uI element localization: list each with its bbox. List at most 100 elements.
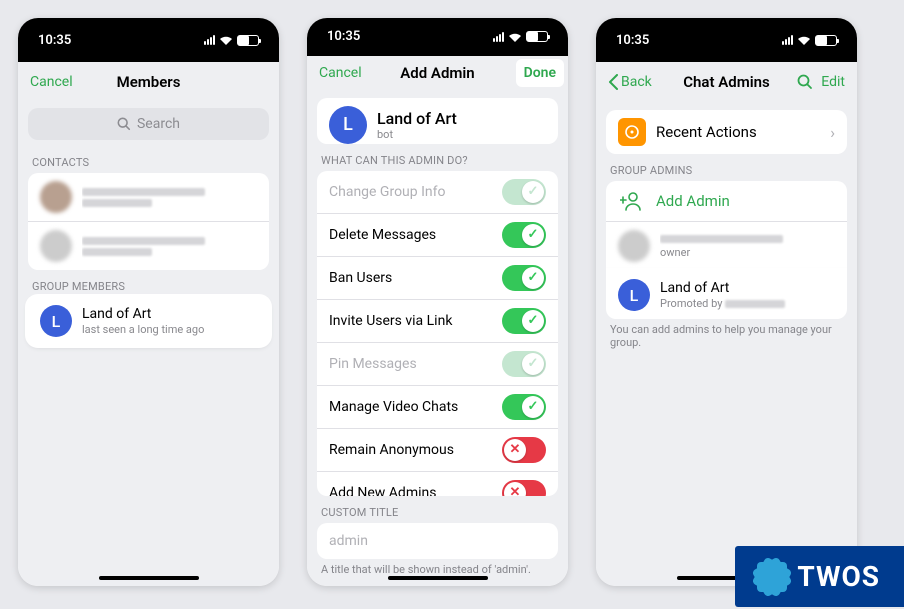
recent-actions-label: Recent Actions (656, 123, 830, 141)
perm-pin-messages[interactable]: Pin Messages✓ (317, 343, 558, 386)
group-admins-list: Add Admin owner L Land of Art Promoted b… (606, 181, 847, 319)
custom-title-note: A title that will be shown instead of 'a… (307, 559, 568, 586)
phone-add-admin-screen: 10:35 Cancel Add Admin Done L Land of Ar… (307, 18, 568, 586)
contact-row[interactable] (28, 222, 269, 270)
toggle-switch[interactable]: ✕ (502, 437, 546, 463)
permissions-list: Change Group Info✓ Delete Messages✓ Ban … (317, 171, 558, 496)
toggle-switch[interactable]: ✕ (502, 480, 546, 496)
perm-manage-video-chats[interactable]: Manage Video Chats✓ (317, 386, 558, 429)
battery-icon (237, 35, 259, 46)
member-name: Land of Art (82, 306, 257, 323)
status-bar: 10:35 (18, 18, 279, 62)
admin-name: Land of Art (377, 109, 546, 128)
admin-row-land-of-art[interactable]: L Land of Art Promoted by (606, 271, 847, 319)
status-bar: 10:35 (307, 18, 568, 56)
admin-name: Land of Art (660, 280, 835, 297)
toggle-switch[interactable]: ✓ (502, 222, 546, 248)
cancel-button[interactable]: Cancel (319, 65, 373, 81)
contact-status-redacted (82, 248, 152, 256)
owner-name-redacted (660, 235, 783, 243)
wifi-icon (508, 32, 522, 42)
member-status: last seen a long time ago (82, 323, 257, 336)
contact-status-redacted (82, 199, 152, 207)
status-icons (204, 35, 259, 46)
toggle-switch[interactable]: ✓ (502, 351, 546, 377)
battery-icon (526, 31, 548, 42)
avatar (618, 230, 650, 262)
admins-footer-note: You can add admins to help you manage yo… (596, 319, 857, 359)
contacts-list (28, 173, 269, 270)
toggle-switch[interactable]: ✓ (502, 394, 546, 420)
nav-bar: Back Chat Admins Edit (596, 62, 857, 102)
add-admin-button[interactable]: Add Admin (606, 181, 847, 222)
status-bar: 10:35 (596, 18, 857, 62)
status-time: 10:35 (38, 33, 71, 48)
add-admin-icon (618, 191, 644, 211)
nav-bar: Cancel Members (18, 62, 279, 102)
notch (697, 18, 757, 36)
search-icon (117, 117, 131, 131)
recent-actions-row[interactable]: Recent Actions › (606, 110, 847, 154)
search-input[interactable]: Search (28, 108, 269, 140)
phone-members-screen: 10:35 Cancel Members Search CONTACTS (18, 18, 279, 586)
page-title: Members (84, 73, 213, 91)
cellular-signal-icon (493, 32, 504, 42)
search-icon[interactable] (797, 74, 813, 90)
status-icons (782, 35, 837, 46)
wifi-icon (797, 35, 811, 45)
search-placeholder: Search (137, 116, 180, 132)
section-permissions-label: WHAT CAN THIS ADMIN DO? (307, 144, 568, 171)
phone-chat-admins-screen: 10:35 Back Chat Admins Edit (596, 18, 857, 586)
cancel-button[interactable]: Cancel (30, 74, 84, 90)
perm-remain-anonymous[interactable]: Remain Anonymous✕ (317, 429, 558, 472)
promoter-name-redacted (725, 300, 785, 308)
avatar (40, 230, 72, 262)
home-indicator[interactable] (99, 576, 199, 580)
section-contacts-label: CONTACTS (18, 146, 279, 173)
contact-name-redacted (82, 237, 205, 245)
back-button[interactable]: Back (608, 74, 662, 90)
owner-row[interactable]: owner (606, 222, 847, 271)
perm-add-new-admins[interactable]: Add New Admins✕ (317, 472, 558, 496)
member-row-land-of-art[interactable]: L Land of Art last seen a long time ago (28, 297, 269, 345)
avatar: L (40, 305, 72, 337)
status-time: 10:35 (616, 33, 649, 48)
perm-invite-via-link[interactable]: Invite Users via Link✓ (317, 300, 558, 343)
members-list: L Land of Art last seen a long time ago (28, 297, 269, 345)
chevron-right-icon: › (830, 123, 835, 142)
wifi-icon (219, 35, 233, 45)
home-indicator[interactable] (388, 576, 488, 580)
done-button[interactable]: Done (516, 59, 564, 87)
admin-header-card: L Land of Art bot (317, 98, 558, 144)
twos-watermark: TWOS (735, 546, 904, 607)
section-group-admins-label: GROUP ADMINS (596, 154, 857, 181)
edit-button[interactable]: Edit (821, 74, 845, 90)
battery-icon (815, 35, 837, 46)
perm-delete-messages[interactable]: Delete Messages✓ (317, 214, 558, 257)
status-time: 10:35 (327, 29, 360, 44)
admin-role: bot (377, 128, 546, 141)
notch (119, 18, 179, 36)
contact-row[interactable] (28, 173, 269, 222)
page-title: Chat Admins (662, 73, 791, 91)
section-custom-title-label: CUSTOM TITLE (307, 496, 568, 523)
avatar (40, 181, 72, 213)
perm-change-group-info[interactable]: Change Group Info✓ (317, 171, 558, 214)
avatar: L (329, 106, 367, 144)
admin-user-row[interactable]: L Land of Art bot (317, 98, 558, 144)
perm-ban-users[interactable]: Ban Users✓ (317, 257, 558, 300)
avatar: L (618, 279, 650, 311)
cellular-signal-icon (204, 35, 215, 45)
cellular-signal-icon (782, 35, 793, 45)
nav-right-actions: Edit (791, 74, 845, 90)
notch (408, 18, 468, 36)
owner-role: owner (660, 246, 835, 259)
toggle-switch[interactable]: ✓ (502, 179, 546, 205)
toggle-switch[interactable]: ✓ (502, 265, 546, 291)
toggle-switch[interactable]: ✓ (502, 308, 546, 334)
custom-title-input[interactable]: admin (317, 523, 558, 559)
recent-actions-card: Recent Actions › (606, 110, 847, 154)
status-icons (493, 31, 548, 42)
section-members-label: GROUP MEMBERS (18, 270, 279, 297)
nav-bar: Cancel Add Admin Done (307, 56, 568, 90)
